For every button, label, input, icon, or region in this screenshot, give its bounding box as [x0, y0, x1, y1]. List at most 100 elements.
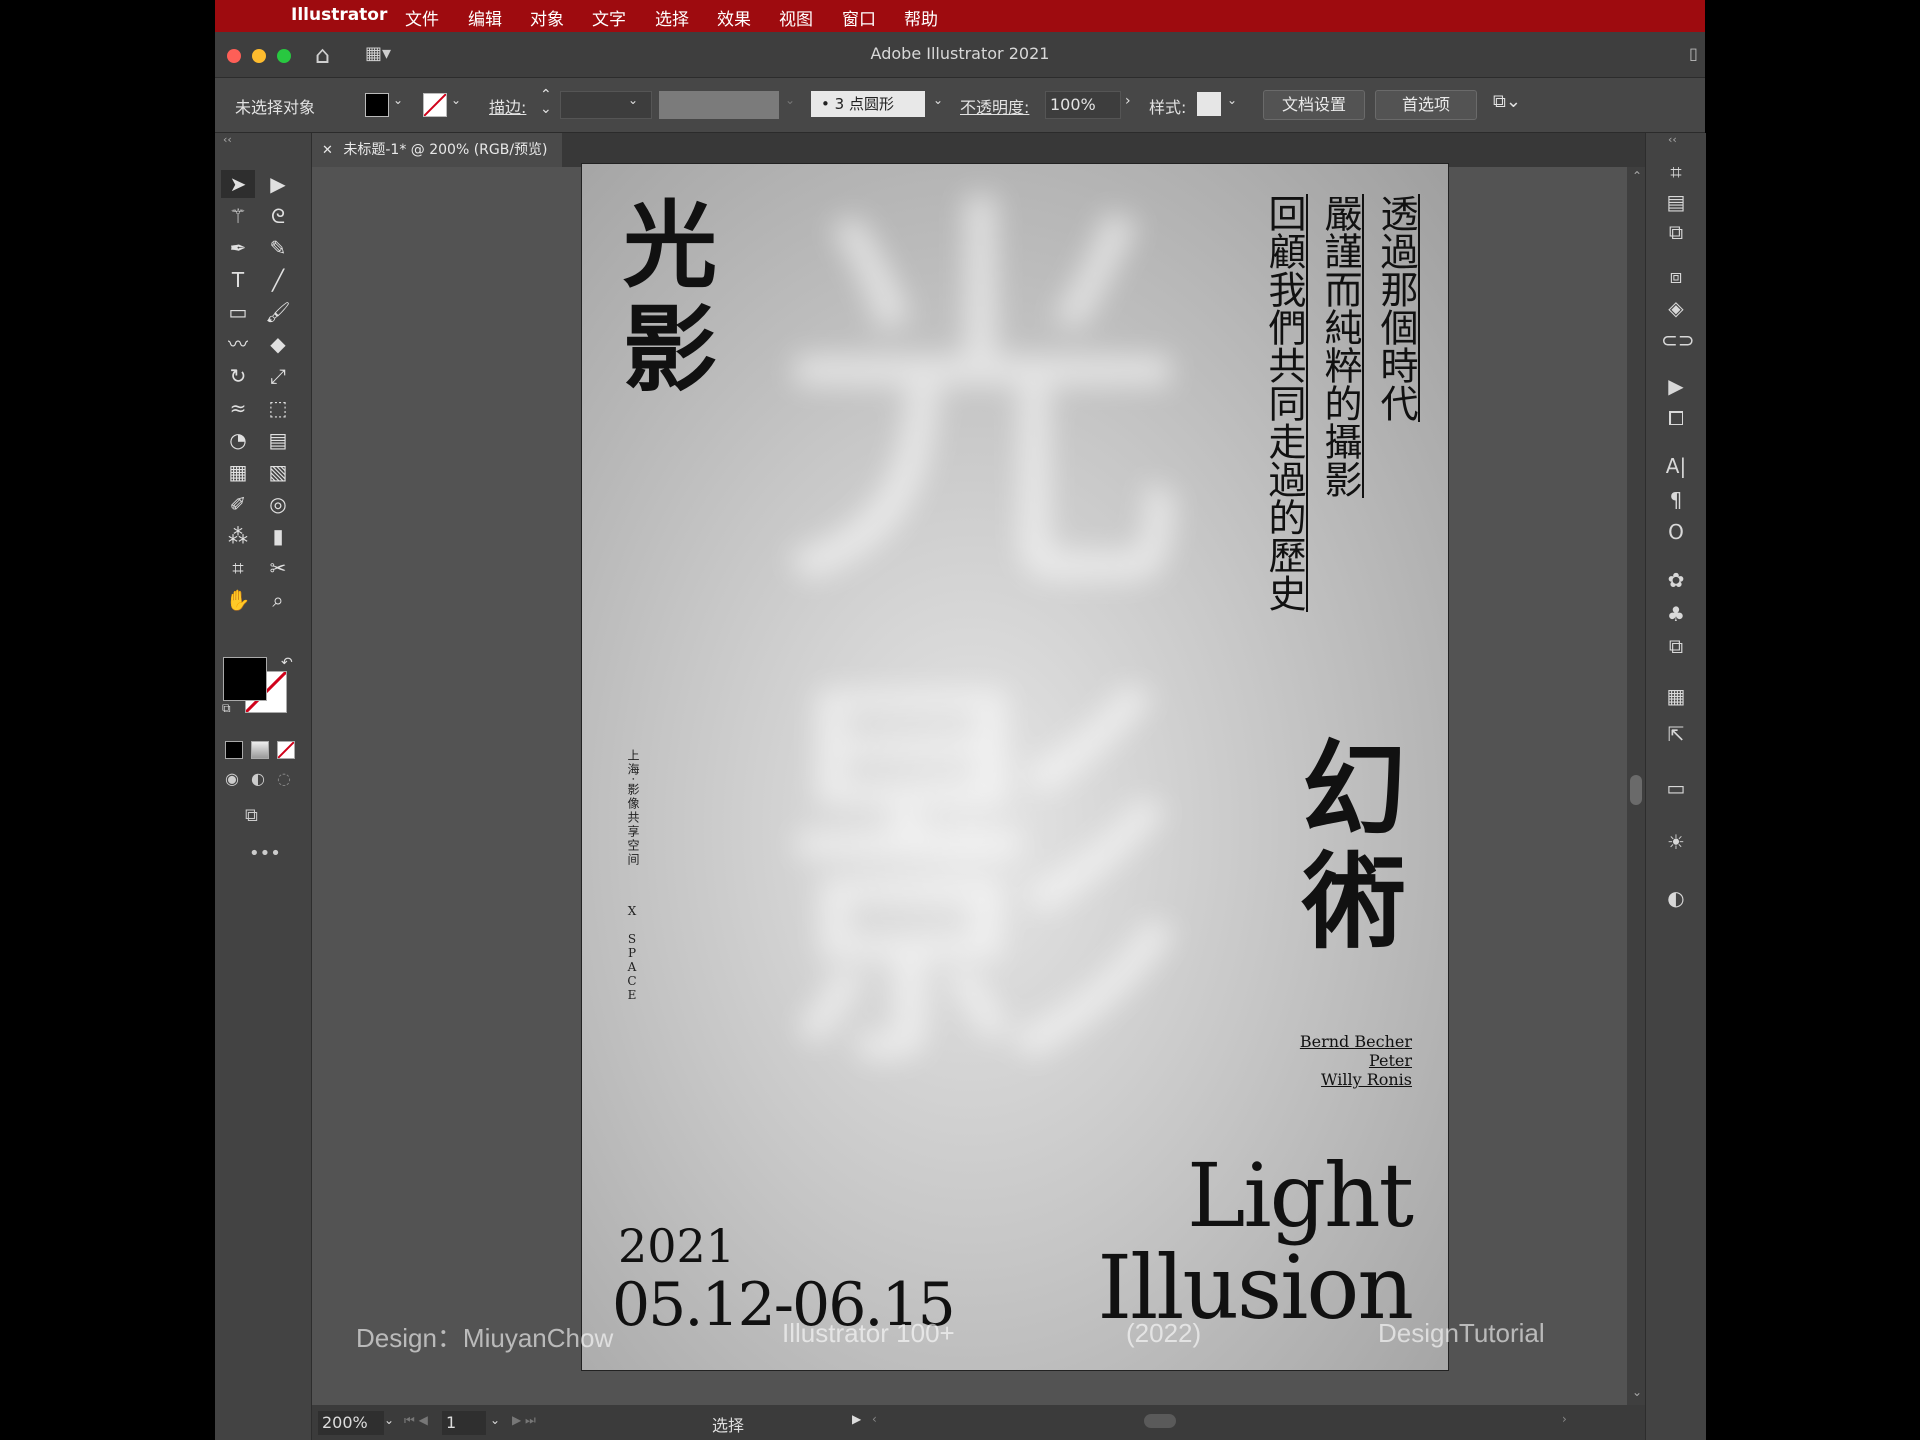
magic-wand-tool-icon[interactable]: ⚚: [221, 202, 255, 230]
style-dropdown-icon[interactable]: ⌄: [1227, 93, 1237, 107]
layers-panel-icon[interactable]: ◈: [1661, 293, 1691, 323]
scroll-left-icon[interactable]: ‹: [872, 1412, 877, 1426]
zoom-tool-icon[interactable]: ⌕: [261, 586, 295, 614]
type-tool-icon[interactable]: T: [221, 266, 255, 294]
fill-dropdown-icon[interactable]: ⌄: [393, 93, 403, 107]
next-artboard-icon[interactable]: ▶ ⏭: [512, 1413, 536, 1428]
pathfinder-panel-icon[interactable]: ⧉: [1661, 217, 1691, 247]
horizontal-scroll-thumb[interactable]: [1144, 1414, 1176, 1428]
menu-view[interactable]: 视图: [779, 5, 813, 30]
arrange-documents-icon[interactable]: ⧉⌄: [1493, 91, 1521, 112]
gradient-panel-icon[interactable]: ▭: [1661, 773, 1691, 803]
gradient-tool-icon[interactable]: ▧: [261, 458, 295, 486]
links-panel-icon[interactable]: ⊂⊃: [1661, 325, 1695, 355]
graphic-style-swatch[interactable]: [1197, 92, 1221, 116]
opacity-label[interactable]: 不透明度:: [960, 94, 1029, 118]
scroll-down-icon[interactable]: ⌄: [1632, 1385, 1642, 1399]
align-panel-icon[interactable]: ▤: [1661, 187, 1691, 217]
artboards-panel-icon[interactable]: ⧈: [1661, 261, 1691, 291]
rotate-tool-icon[interactable]: ↻: [221, 362, 255, 390]
variable-width-profile[interactable]: [659, 91, 779, 119]
zoom-field[interactable]: 200%: [318, 1411, 384, 1435]
status-menu-icon[interactable]: ▶: [852, 1412, 861, 1426]
hand-tool-icon[interactable]: ✋: [221, 586, 255, 614]
artboard-tool-icon[interactable]: ⌗: [221, 554, 255, 582]
fill-color-box[interactable]: [223, 657, 267, 701]
profile-dropdown-icon[interactable]: ⌄: [785, 93, 795, 107]
blend-tool-icon[interactable]: ◎: [261, 490, 295, 518]
graphic-styles-panel-icon[interactable]: ⧉: [1661, 631, 1691, 661]
menu-type[interactable]: 文字: [592, 5, 626, 30]
line-tool-icon[interactable]: ╱: [261, 266, 295, 294]
menu-window[interactable]: 窗口: [842, 5, 876, 30]
symbol-sprayer-tool-icon[interactable]: ⁂: [221, 522, 255, 550]
free-transform-tool-icon[interactable]: ⬚: [261, 394, 295, 422]
draw-normal-icon[interactable]: ◉: [225, 769, 239, 788]
symbols-panel-icon[interactable]: ♣: [1661, 599, 1691, 629]
color-mode-icon[interactable]: [225, 741, 243, 759]
shaper-tool-icon[interactable]: 〰: [221, 330, 255, 358]
menu-help[interactable]: 帮助: [904, 5, 938, 30]
export-panel-icon[interactable]: ⇱: [1661, 719, 1691, 749]
swap-colors-icon[interactable]: ↶: [281, 655, 293, 671]
slice-tool-icon[interactable]: ✂: [261, 554, 295, 582]
screen-mode-icon[interactable]: ⧉: [245, 805, 258, 826]
stroke-swatch[interactable]: [423, 93, 447, 117]
scroll-up-icon[interactable]: ⌃: [1632, 169, 1642, 183]
brush-definition[interactable]: • 3 点圆形: [811, 91, 925, 117]
close-tab-icon[interactable]: ✕: [322, 143, 333, 158]
none-mode-icon[interactable]: [277, 741, 295, 759]
brushes-panel-icon[interactable]: ✿: [1661, 565, 1691, 595]
transform-panel-icon[interactable]: ⌗: [1661, 157, 1691, 187]
first-artboard-icon[interactable]: ⏮ ◀: [404, 1413, 428, 1428]
artboard-dropdown-icon[interactable]: ⌄: [490, 1413, 500, 1427]
mesh-tool-icon[interactable]: ▦: [221, 458, 255, 486]
menu-app-name[interactable]: Illustrator: [291, 5, 387, 25]
width-tool-icon[interactable]: ≈: [221, 394, 255, 422]
stroke-weight-field[interactable]: [560, 91, 652, 119]
paintbrush-tool-icon[interactable]: 🖌: [261, 298, 295, 326]
menu-select[interactable]: 选择: [655, 5, 689, 30]
menu-edit[interactable]: 编辑: [468, 5, 502, 30]
appearance-panel-icon[interactable]: ☀: [1661, 827, 1691, 857]
stroke-weight-dropdown-icon[interactable]: ⌄: [628, 93, 638, 107]
fill-swatch[interactable]: [365, 93, 389, 117]
character-panel-icon[interactable]: A|: [1661, 451, 1691, 481]
asset-export-panel-icon[interactable]: ⧠: [1661, 403, 1691, 433]
selection-tool-icon[interactable]: ➤: [221, 170, 255, 198]
document-setup-button[interactable]: 文档设置: [1263, 90, 1365, 120]
column-graph-tool-icon[interactable]: ▮: [261, 522, 295, 550]
draw-behind-icon[interactable]: ◐: [251, 769, 265, 788]
artboard[interactable]: 光 影 光 影 透過那個時代 嚴謹而純粹的攝影 回顧我們共同走過的歷史 上海·影…: [582, 164, 1448, 1370]
menu-object[interactable]: 对象: [530, 5, 564, 30]
edit-toolbar-icon[interactable]: •••: [249, 843, 281, 864]
scale-tool-icon[interactable]: ⤢: [261, 362, 295, 390]
panel-toggle-icon[interactable]: ▯: [1689, 44, 1698, 63]
vertical-scrollbar[interactable]: ⌃ ⌄: [1627, 167, 1645, 1405]
opacity-arrow-icon[interactable]: ›: [1125, 93, 1131, 109]
stroke-weight-stepper[interactable]: ⌃ ⌄: [540, 88, 552, 116]
stroke-dropdown-icon[interactable]: ⌄: [451, 93, 461, 107]
actions-panel-icon[interactable]: ▶: [1661, 371, 1691, 401]
gradient-mode-icon[interactable]: [251, 741, 269, 759]
menu-effect[interactable]: 效果: [717, 5, 751, 30]
opacity-field[interactable]: 100%: [1045, 91, 1121, 119]
collapse-toolbar-icon[interactable]: ‹‹: [223, 133, 232, 146]
expand-panels-icon[interactable]: ‹‹: [1668, 133, 1677, 146]
swatches-panel-icon[interactable]: ▦: [1661, 681, 1691, 711]
document-tab[interactable]: ✕ 未标题-1* @ 200% (RGB/预览): [312, 133, 562, 167]
direct-selection-tool-icon[interactable]: ▶: [261, 170, 295, 198]
pen-tool-icon[interactable]: ✒: [221, 234, 255, 262]
perspective-grid-tool-icon[interactable]: ▤: [261, 426, 295, 454]
shape-builder-tool-icon[interactable]: ◔: [221, 426, 255, 454]
stroke-label[interactable]: 描边:: [489, 94, 526, 118]
transparency-panel-icon[interactable]: ◐: [1661, 883, 1691, 913]
preferences-button[interactable]: 首选项: [1375, 90, 1477, 120]
eraser-tool-icon[interactable]: ◆: [261, 330, 295, 358]
menu-file[interactable]: 文件: [405, 5, 439, 30]
zoom-dropdown-icon[interactable]: ⌄: [384, 1413, 394, 1427]
draw-inside-icon[interactable]: ◌: [277, 769, 291, 788]
rectangle-tool-icon[interactable]: ▭: [221, 298, 255, 326]
eyedropper-tool-icon[interactable]: ✐: [221, 490, 255, 518]
artboard-number-field[interactable]: 1: [442, 1411, 486, 1435]
